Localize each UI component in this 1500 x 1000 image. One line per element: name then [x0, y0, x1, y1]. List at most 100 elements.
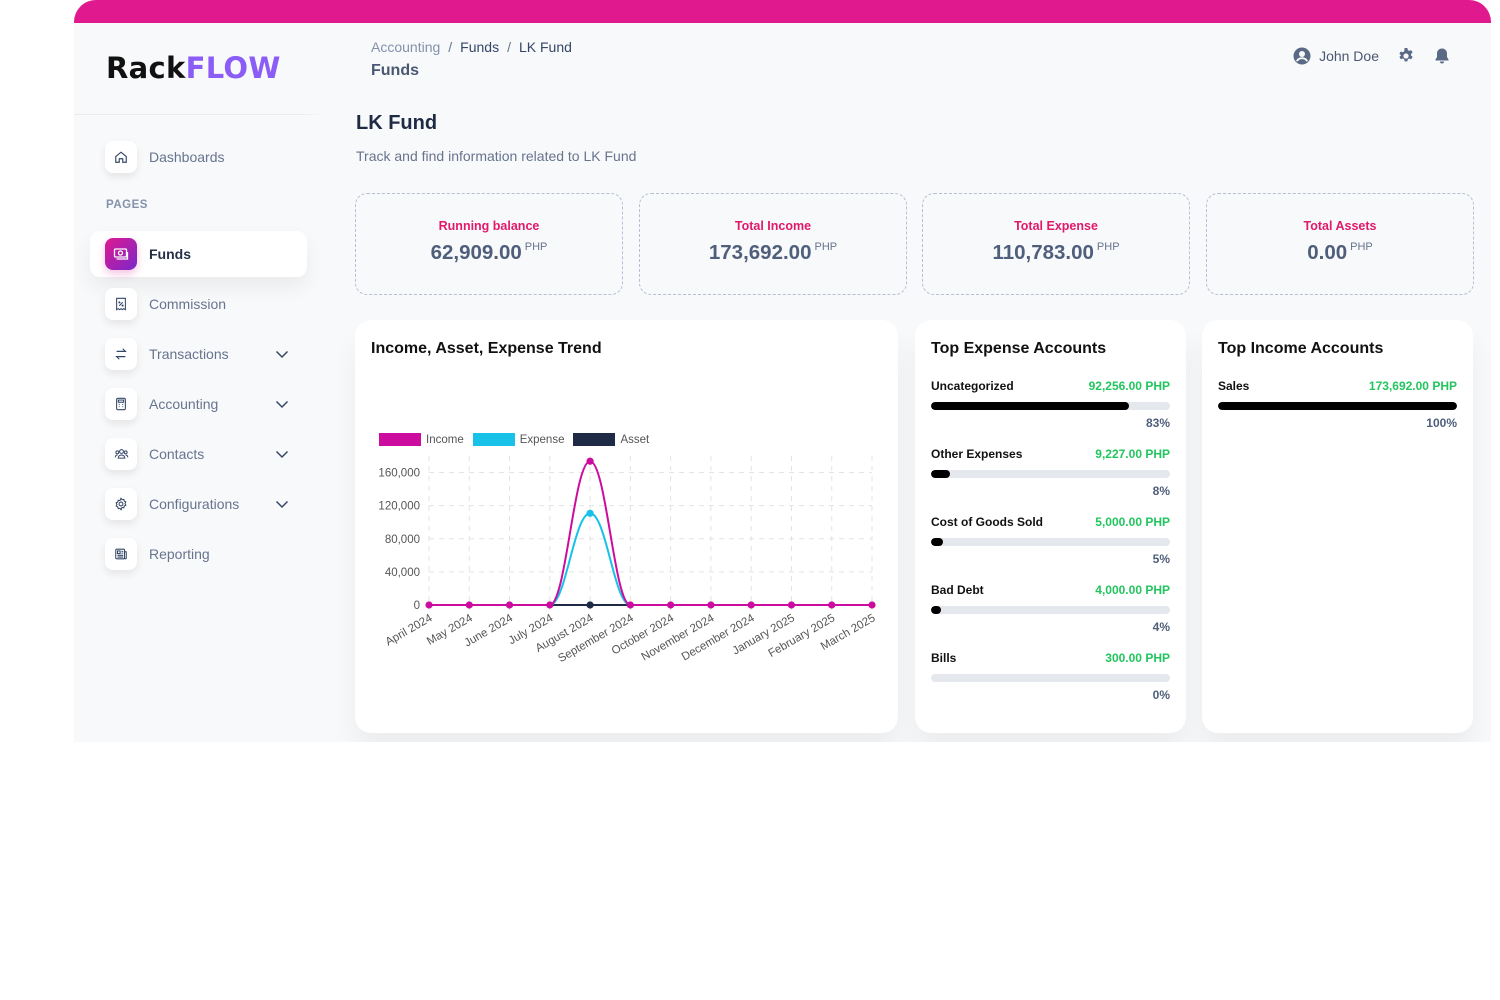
sidebar-item-commission[interactable]: Commission	[90, 281, 307, 327]
account-progress-bar	[931, 606, 1170, 614]
app-window: RackFLOW Dashboards PAGES Funds Commissi…	[74, 0, 1491, 742]
account-row: Bad Debt 4,000.00 PHP	[931, 583, 1170, 597]
breadcrumb-item[interactable]: Funds	[460, 39, 499, 55]
sidebar-item-reporting[interactable]: Reporting	[90, 531, 307, 577]
data-point-income	[546, 601, 554, 609]
stat-value: 173,692.00 PHP	[640, 241, 906, 265]
sidebar: RackFLOW Dashboards PAGES Funds Commissi…	[74, 23, 324, 742]
page-header-title: Funds	[371, 62, 419, 79]
breadcrumb-separator: /	[448, 39, 453, 55]
account-percent: 8%	[1152, 484, 1170, 498]
stat-unit: PHP	[814, 241, 838, 253]
settings-gear-icon[interactable]	[1397, 47, 1415, 65]
breadcrumb-item[interactable]: Accounting	[371, 39, 440, 55]
data-point-income	[667, 601, 675, 609]
sidebar-item-dashboards[interactable]: Dashboards	[90, 134, 307, 180]
notification-bell-icon[interactable]	[1433, 47, 1451, 65]
arrows-exchange-icon	[105, 338, 137, 370]
receipt-percent-icon	[105, 288, 137, 320]
account-amount: 300.00 PHP	[1105, 651, 1170, 665]
stat-card-running-balance: Running balance 62,909.00 PHP	[355, 193, 623, 295]
data-point-income	[425, 601, 433, 609]
account-progress-fill	[931, 402, 1130, 410]
account-percent: 83%	[1145, 416, 1170, 430]
chevron-down-icon[interactable]	[275, 447, 289, 466]
sidebar-item-funds[interactable]: Funds	[90, 231, 307, 277]
account-percent: 4%	[1152, 620, 1170, 634]
sidebar-item-contacts[interactable]: Contacts	[90, 431, 307, 477]
account-item: Cost of Goods Sold 5,000.00 PHP 5%	[931, 515, 1170, 566]
brand-logo[interactable]: RackFLOW	[106, 51, 281, 85]
stat-value: 110,783.00 PHP	[923, 241, 1189, 265]
top-accent-bar	[74, 0, 1491, 23]
account-item: Other Expenses 9,227.00 PHP 8%	[931, 447, 1170, 498]
chevron-down-icon[interactable]	[275, 347, 289, 366]
account-percent: 0%	[1152, 688, 1170, 702]
data-point-income	[707, 601, 715, 609]
stat-amount: 110,783.00	[992, 241, 1094, 264]
account-name: Bad Debt	[931, 583, 984, 597]
top-income-accounts-card: Top Income Accounts Sales 173,692.00 PHP 1…	[1202, 320, 1473, 733]
stat-value: 0.00 PHP	[1207, 241, 1473, 265]
breadcrumb: Accounting / Funds / LK Fund	[371, 39, 572, 55]
account-name: Uncategorized	[931, 379, 1014, 393]
account-progress-fill	[931, 470, 951, 478]
data-point-income	[626, 601, 634, 609]
brand-logo-part1: Rack	[106, 51, 186, 85]
top-expense-accounts-card: Top Expense Accounts Uncategorized 92,256…	[915, 320, 1186, 733]
data-point-income	[747, 601, 755, 609]
sidebar-item-label: Configurations	[149, 496, 240, 512]
gear-icon	[105, 488, 137, 520]
sidebar-item-accounting[interactable]: Accounting	[90, 381, 307, 427]
trend-line-chart: 040,00080,000120,000160,000April 2024May…	[378, 456, 878, 665]
account-progress-bar	[1218, 402, 1457, 410]
account-percent: 100%	[1426, 416, 1457, 430]
data-point-income	[868, 601, 876, 609]
account-name: Sales	[1218, 379, 1250, 393]
sidebar-item-label: Contacts	[149, 446, 205, 462]
data-point-income	[828, 601, 836, 609]
card-title: Top Expense Accounts	[931, 340, 1107, 357]
money-icon	[105, 238, 137, 270]
stat-unit: PHP	[1096, 241, 1120, 253]
data-point-income	[465, 601, 473, 609]
data-point-income	[586, 457, 594, 465]
chevron-down-icon[interactable]	[275, 497, 289, 516]
account-amount: 9,227.00 PHP	[1095, 447, 1170, 461]
users-icon	[105, 438, 137, 470]
breadcrumb-separator: /	[507, 39, 511, 55]
y-tick-label: 160,000	[378, 468, 420, 480]
account-progress-bar	[931, 674, 1170, 682]
account-amount: 92,256.00 PHP	[1088, 379, 1170, 393]
data-point-income	[787, 601, 796, 609]
home-icon	[105, 141, 137, 173]
stat-amount: 0.00	[1307, 241, 1348, 264]
account-row: Cost of Goods Sold 5,000.00 PHP	[931, 515, 1170, 529]
account-amount: 5,000.00 PHP	[1095, 515, 1170, 529]
page-subtitle: Track and find information related to LK…	[356, 148, 637, 164]
y-tick-label: 80,000	[385, 534, 420, 546]
sidebar-divider	[74, 114, 324, 115]
stat-label: Running balance	[438, 219, 540, 233]
user-name[interactable]: John Doe	[1319, 48, 1379, 64]
account-item: Sales 173,692.00 PHP 100%	[1218, 379, 1457, 430]
stat-label: Total Assets	[1303, 219, 1377, 233]
account-item: Uncategorized 92,256.00 PHP 83%	[931, 379, 1170, 430]
sidebar-item-transactions[interactable]: Transactions	[90, 331, 307, 377]
trend-chart-card: Income, Asset, Expense Trend Income Expe…	[355, 320, 898, 733]
sidebar-item-label: Accounting	[149, 396, 219, 412]
data-point-expense	[586, 509, 594, 517]
user-avatar-icon[interactable]	[1293, 47, 1311, 65]
account-name: Bills	[931, 651, 957, 665]
stat-card-total-assets: Total Assets 0.00 PHP	[1206, 193, 1474, 295]
page-title: LK Fund	[356, 112, 438, 134]
sidebar-item-label: Dashboards	[149, 149, 225, 165]
series-line-income	[429, 460, 872, 606]
sidebar-item-configurations[interactable]: Configurations	[90, 481, 307, 527]
account-name: Cost of Goods Sold	[931, 515, 1043, 529]
y-tick-label: 120,000	[378, 501, 420, 513]
account-progress-bar	[931, 402, 1170, 410]
stat-unit: PHP	[524, 241, 548, 253]
chevron-down-icon[interactable]	[275, 397, 289, 416]
account-item: Bad Debt 4,000.00 PHP 4%	[931, 583, 1170, 634]
